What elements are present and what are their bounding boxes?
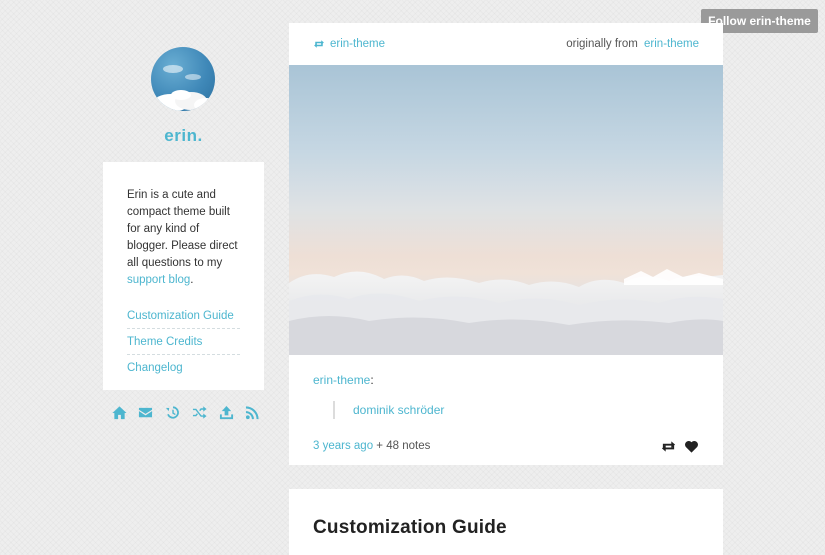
post-photo[interactable] bbox=[289, 65, 723, 355]
caption-colon: : bbox=[370, 373, 374, 387]
upload-icon[interactable] bbox=[218, 404, 234, 420]
post-meta: 3 years ago + 48 notes bbox=[313, 440, 430, 452]
avatar[interactable] bbox=[151, 47, 215, 111]
about-description: Erin is a cute and compact theme built f… bbox=[127, 189, 238, 286]
heart-icon[interactable] bbox=[684, 439, 699, 454]
second-post-title[interactable]: Customization Guide bbox=[313, 517, 699, 539]
post-actions bbox=[661, 439, 699, 454]
archive-icon[interactable] bbox=[165, 404, 181, 420]
sidebar-link-customization-guide[interactable]: Customization Guide bbox=[127, 303, 240, 329]
post-footer: 3 years ago + 48 notes bbox=[313, 437, 699, 455]
sidebar-link-theme-credits[interactable]: Theme Credits bbox=[127, 329, 240, 355]
post-time-link[interactable]: 3 years ago bbox=[313, 440, 373, 452]
sidebar-icons bbox=[111, 403, 261, 421]
reblog-icon bbox=[314, 40, 324, 48]
caption-quote[interactable]: dominik schröder bbox=[333, 401, 699, 419]
originally-from-label: originally from bbox=[566, 38, 638, 50]
originally-from: originally from erin-theme bbox=[566, 38, 699, 50]
sidebar-links: Customization Guide Theme Credits Change… bbox=[127, 303, 240, 381]
post-header: erin-theme originally from erin-theme bbox=[289, 23, 723, 65]
shuffle-icon[interactable] bbox=[191, 404, 207, 420]
rss-icon[interactable] bbox=[245, 404, 261, 420]
cloud-sea-image bbox=[289, 269, 723, 355]
support-blog-link[interactable]: support blog bbox=[127, 274, 190, 286]
originally-from-link[interactable]: erin-theme bbox=[644, 38, 699, 50]
mail-icon[interactable] bbox=[138, 404, 154, 420]
blog-title[interactable]: erin. bbox=[103, 126, 264, 146]
reblog-icon[interactable] bbox=[661, 439, 676, 454]
home-icon[interactable] bbox=[111, 404, 127, 420]
second-post-card: Customization Guide bbox=[289, 489, 723, 555]
post-caption: erin-theme: dominik schröder bbox=[289, 355, 723, 419]
avatar-cloud-image bbox=[153, 65, 215, 111]
about-box: Erin is a cute and compact theme built f… bbox=[103, 162, 264, 390]
reblogged-from-link[interactable]: erin-theme bbox=[330, 38, 385, 50]
caption-user-link[interactable]: erin-theme bbox=[313, 373, 370, 387]
post-notes[interactable]: + 48 notes bbox=[373, 440, 430, 452]
post-card: erin-theme originally from erin-theme er… bbox=[289, 23, 723, 465]
reblogged-from[interactable]: erin-theme bbox=[313, 38, 385, 50]
sidebar-link-changelog[interactable]: Changelog bbox=[127, 355, 240, 381]
